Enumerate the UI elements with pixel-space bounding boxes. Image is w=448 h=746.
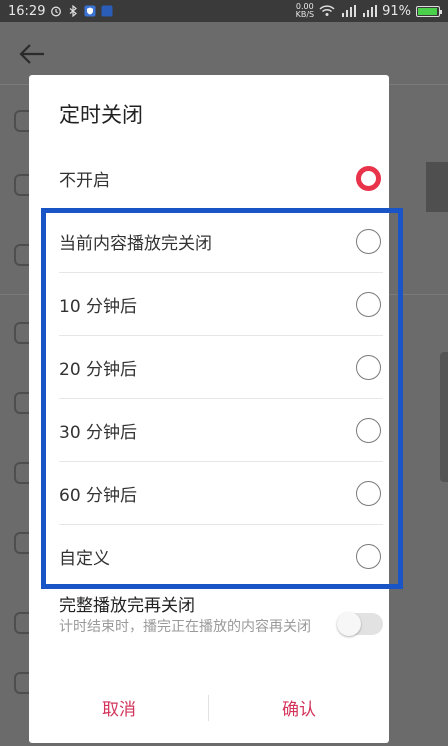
bluetooth-icon bbox=[70, 5, 78, 17]
bg-scrollbar bbox=[440, 352, 448, 482]
status-bar: 16:29 0.00 KB/S 91% bbox=[0, 0, 448, 22]
option-off[interactable]: 不开启 bbox=[59, 147, 389, 209]
option-60-min[interactable]: 60 分钟后 bbox=[59, 462, 389, 524]
bg-thumbnail bbox=[426, 162, 448, 212]
dialog-title: 定时关闭 bbox=[59, 103, 143, 127]
cancel-button[interactable]: 取消 bbox=[29, 685, 209, 729]
status-right: 0.00 KB/S 91% bbox=[296, 3, 442, 19]
radio-button[interactable] bbox=[356, 292, 381, 317]
radio-button[interactable] bbox=[356, 544, 381, 569]
radio-button[interactable] bbox=[356, 355, 381, 380]
full-play-toggle[interactable] bbox=[337, 612, 383, 636]
signal-icon-sim2 bbox=[363, 5, 378, 17]
radio-button[interactable] bbox=[356, 166, 381, 191]
option-custom[interactable]: 自定义 bbox=[59, 525, 389, 587]
option-label: 当前内容播放完关闭 bbox=[59, 233, 212, 254]
option-10-min[interactable]: 10 分钟后 bbox=[59, 273, 389, 335]
option-label: 不开启 bbox=[59, 170, 110, 191]
radio-button[interactable] bbox=[356, 481, 381, 506]
status-time: 16:29 bbox=[8, 3, 46, 19]
alarm-icon bbox=[51, 6, 62, 17]
toggle-knob bbox=[337, 612, 361, 636]
option-label: 60 分钟后 bbox=[59, 485, 138, 506]
full-play-title: 完整播放完再关闭 bbox=[59, 596, 195, 616]
option-label: 30 分钟后 bbox=[59, 422, 138, 443]
option-label: 10 分钟后 bbox=[59, 296, 138, 317]
battery-percent: 91% bbox=[382, 3, 411, 19]
net-speed-unit: KB/S bbox=[295, 10, 315, 19]
radio-button[interactable] bbox=[356, 418, 381, 443]
battery-icon bbox=[416, 5, 442, 17]
option-30-min[interactable]: 30 分钟后 bbox=[59, 399, 389, 461]
option-label: 自定义 bbox=[59, 548, 110, 569]
status-left: 16:29 bbox=[8, 4, 113, 19]
option-label: 20 分钟后 bbox=[59, 359, 138, 380]
app-notification-icon bbox=[101, 5, 113, 17]
option-after-current[interactable]: 当前内容播放完关闭 bbox=[59, 210, 389, 272]
sleep-timer-dialog: 定时关闭 不开启 当前内容播放完关闭 10 分钟后 20 分钟后 30 分钟后 … bbox=[29, 75, 389, 743]
full-play-description: 计时结束时，播完正在播放的内容再关闭 bbox=[59, 619, 311, 635]
option-20-min[interactable]: 20 分钟后 bbox=[59, 336, 389, 398]
confirm-button[interactable]: 确认 bbox=[209, 685, 389, 729]
signal-icon-sim1 bbox=[342, 5, 357, 17]
shield-app-icon bbox=[84, 5, 96, 17]
back-arrow-icon[interactable] bbox=[18, 42, 46, 66]
net-speed: 0.00 KB/S bbox=[296, 3, 315, 19]
radio-button[interactable] bbox=[356, 229, 381, 254]
wifi-icon bbox=[319, 5, 335, 16]
battery-level-fill bbox=[418, 7, 438, 15]
